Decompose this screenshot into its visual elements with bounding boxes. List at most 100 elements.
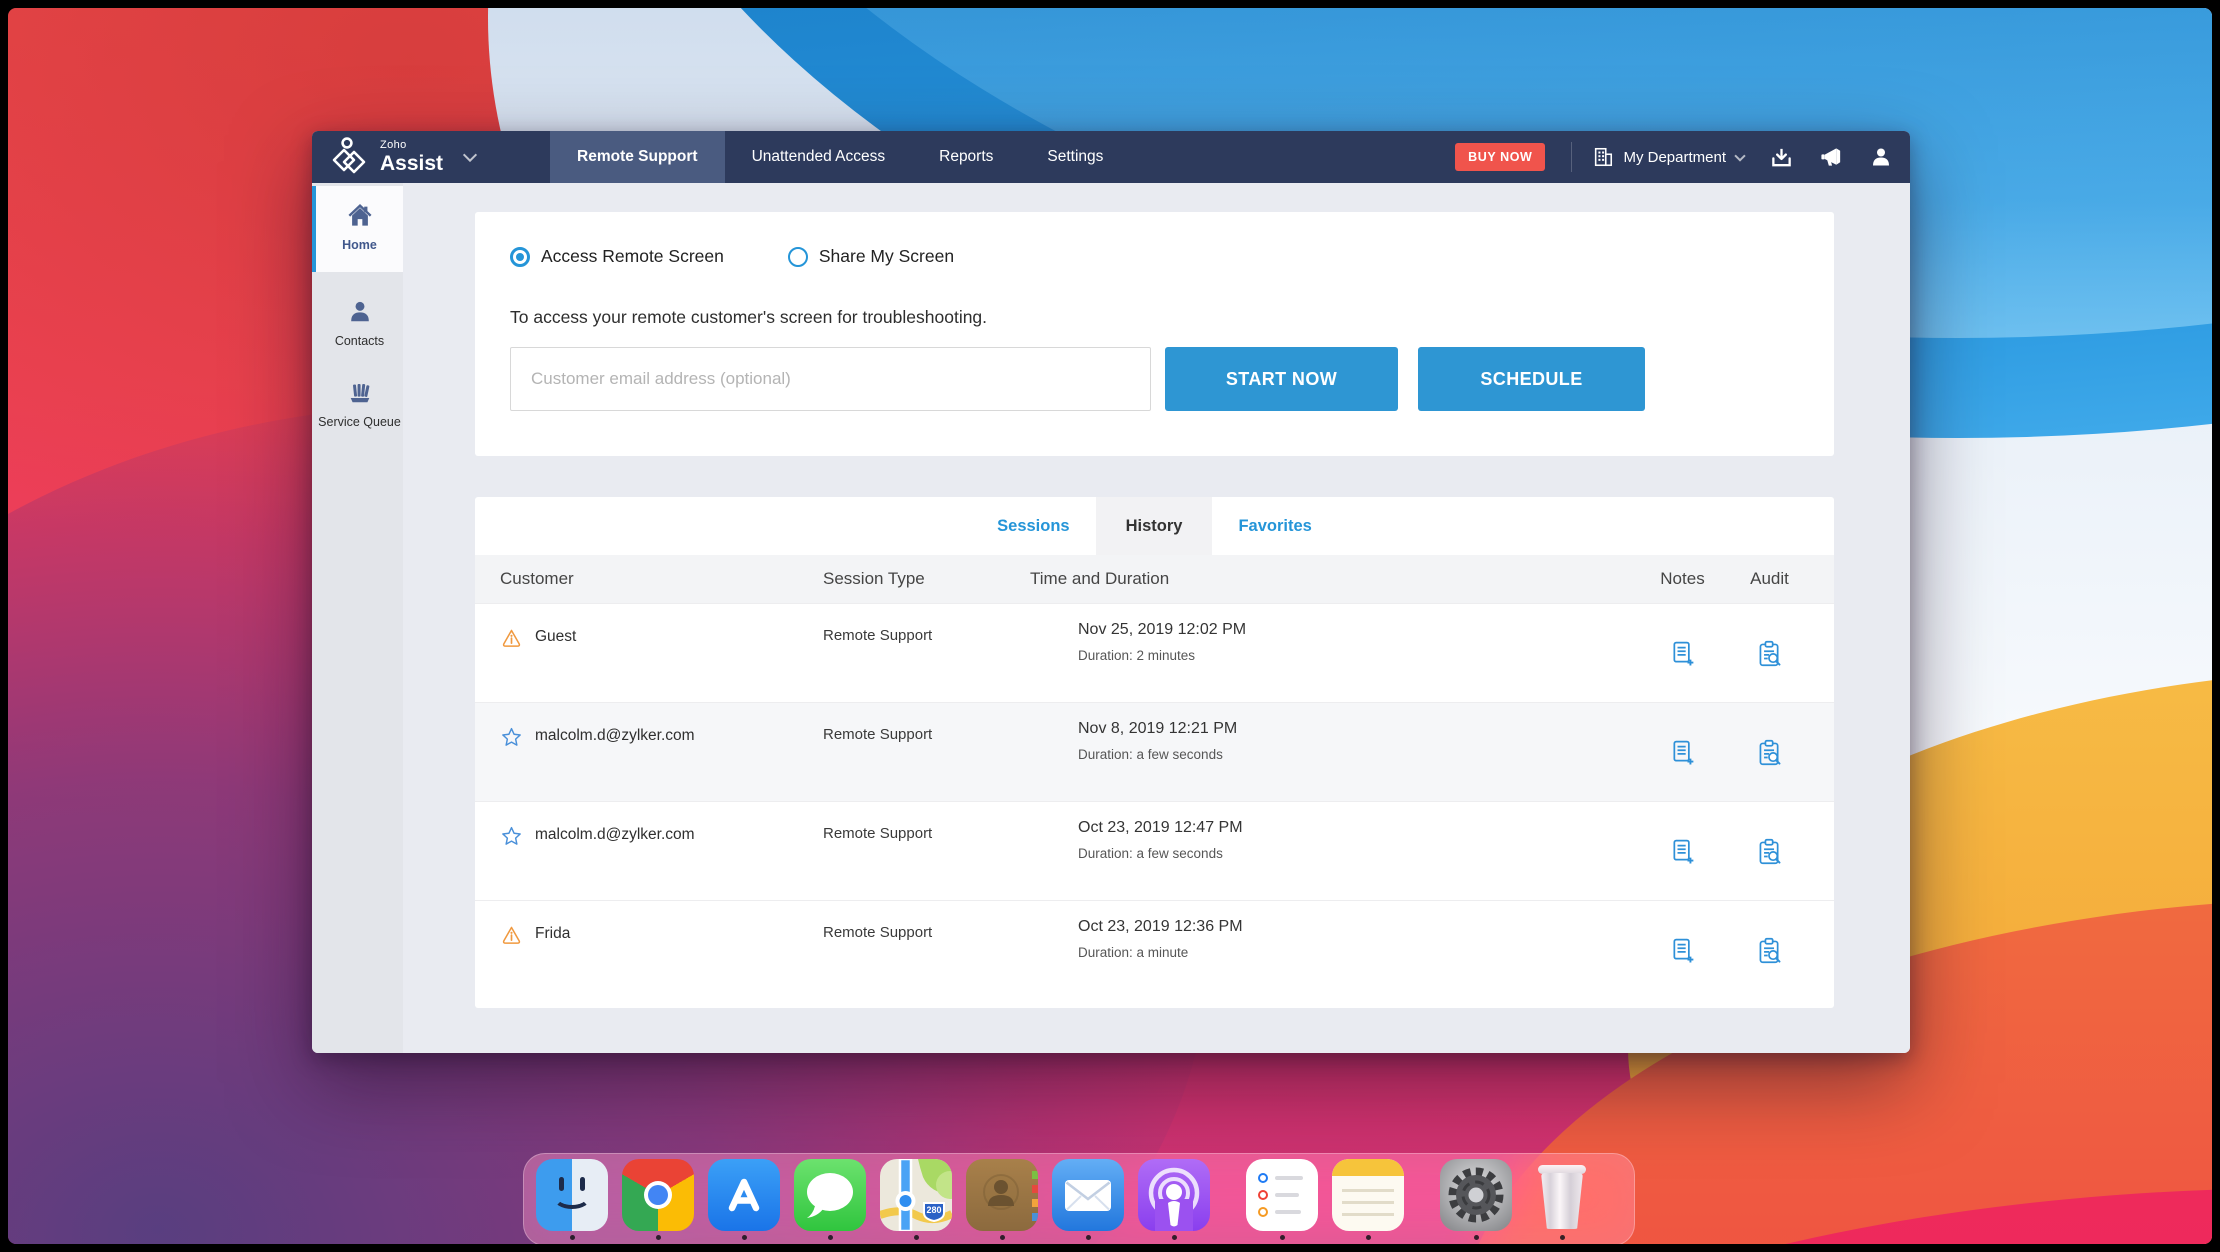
star-icon bbox=[502, 727, 521, 746]
alert-icon bbox=[502, 926, 521, 944]
session-duration: Duration: a few seconds bbox=[1078, 846, 1223, 861]
dock-mail-icon[interactable] bbox=[1052, 1159, 1124, 1240]
column-audit: Audit bbox=[1750, 569, 1789, 588]
organization-icon bbox=[1595, 147, 1613, 167]
running-indicator bbox=[913, 1235, 919, 1240]
sidebar-label-contacts: Contacts bbox=[334, 333, 385, 348]
zoho-assist-logo[interactable]: Zoho Assist bbox=[312, 131, 550, 183]
running-indicator bbox=[1365, 1235, 1371, 1240]
sidebar: Home Contacts Service Queue bbox=[312, 183, 403, 1053]
audit-icon[interactable] bbox=[1755, 738, 1784, 767]
session-time: Nov 8, 2019 12:21 PM bbox=[1078, 720, 1238, 737]
download-icon[interactable] bbox=[1770, 146, 1793, 169]
dock-system-preferences-icon[interactable] bbox=[1440, 1159, 1512, 1240]
audit-icon[interactable] bbox=[1755, 639, 1784, 668]
customer-name: malcolm.d@zylker.com bbox=[535, 826, 695, 843]
sessions-tabs: Sessions History Favorites bbox=[475, 497, 1834, 555]
running-indicator bbox=[569, 1235, 575, 1240]
session-time: Nov 25, 2019 12:02 PM bbox=[1078, 621, 1247, 638]
column-time-duration: Time and Duration bbox=[1030, 569, 1170, 588]
dock-podcasts-icon[interactable] bbox=[1138, 1159, 1210, 1240]
add-note-icon[interactable] bbox=[1668, 738, 1697, 767]
customer-name: malcolm.d@zylker.com bbox=[535, 727, 695, 744]
radio-selected-icon bbox=[510, 246, 530, 267]
brand-zoho: Zoho bbox=[380, 139, 407, 151]
dock-finder-icon[interactable] bbox=[536, 1159, 608, 1240]
zoho-assist-window: Zoho Assist Remote Support Unattended Ac… bbox=[312, 131, 1910, 1053]
radio-share-my-screen[interactable]: Share My Screen bbox=[787, 246, 954, 267]
buy-now-button[interactable]: BUY NOW bbox=[1455, 143, 1546, 171]
radio-access-remote-screen[interactable]: Access Remote Screen bbox=[510, 246, 724, 267]
department-selector[interactable]: My Department bbox=[1592, 146, 1746, 168]
session-type: Remote Support bbox=[823, 726, 933, 743]
running-indicator bbox=[1085, 1235, 1091, 1240]
nav-tab-unattended-access[interactable]: Unattended Access bbox=[725, 131, 913, 183]
session-mode-radios: Access Remote Screen Share My Screen bbox=[510, 246, 1834, 267]
table-row[interactable]: Frida Remote Support Oct 23, 2019 12:36 … bbox=[475, 900, 1834, 999]
running-indicator bbox=[999, 1235, 1005, 1240]
sidebar-item-service-queue[interactable]: Service Queue bbox=[312, 363, 403, 445]
session-description: To access your remote customer's screen … bbox=[510, 307, 988, 327]
tab-history[interactable]: History bbox=[1095, 497, 1213, 555]
dock-reminders-icon[interactable] bbox=[1246, 1159, 1318, 1240]
dock-maps-icon[interactable]: 280 bbox=[880, 1159, 952, 1240]
table-row[interactable]: Guest Remote Support Nov 25, 2019 12:02 … bbox=[475, 603, 1834, 702]
user-icon[interactable] bbox=[1870, 146, 1892, 168]
home-icon bbox=[347, 204, 372, 226]
tab-favorites[interactable]: Favorites bbox=[1212, 497, 1337, 555]
radio-unselected-icon bbox=[787, 246, 808, 267]
running-indicator bbox=[655, 1235, 661, 1240]
dock-chrome-icon[interactable] bbox=[622, 1159, 694, 1240]
add-note-icon[interactable] bbox=[1668, 837, 1697, 866]
navbar-right: BUY NOW My Department bbox=[1455, 131, 1910, 183]
desktop: Zoho Assist Remote Support Unattended Ac… bbox=[8, 8, 2212, 1244]
add-note-icon[interactable] bbox=[1668, 936, 1697, 965]
nav-tab-settings[interactable]: Settings bbox=[1020, 131, 1130, 183]
schedule-button[interactable]: SCHEDULE bbox=[1418, 347, 1645, 411]
dock-app-store-icon[interactable] bbox=[708, 1159, 780, 1240]
brand-product: Assist bbox=[380, 152, 444, 175]
main-content: Access Remote Screen Share My Screen To … bbox=[403, 183, 1910, 1053]
service-queue-icon bbox=[350, 384, 369, 403]
session-duration: Duration: 2 minutes bbox=[1078, 648, 1196, 663]
dock: 280 bbox=[523, 1153, 1635, 1244]
table-header: Customer Session Type Time and Duration … bbox=[475, 555, 1834, 603]
audit-icon[interactable] bbox=[1755, 837, 1784, 866]
nav-tab-reports[interactable]: Reports bbox=[912, 131, 1020, 183]
top-navbar: Zoho Assist Remote Support Unattended Ac… bbox=[312, 131, 1910, 183]
customer-name: Frida bbox=[535, 925, 571, 942]
add-note-icon[interactable] bbox=[1668, 639, 1697, 668]
session-actions: START NOW SCHEDULE bbox=[510, 347, 1834, 411]
start-now-button[interactable]: START NOW bbox=[1165, 347, 1398, 411]
table-row[interactable]: malcolm.d@zylker.com Remote Support Nov … bbox=[475, 702, 1834, 801]
column-notes: Notes bbox=[1660, 569, 1705, 588]
dock-contacts-icon[interactable] bbox=[966, 1159, 1038, 1240]
dock-trash-icon[interactable] bbox=[1526, 1159, 1598, 1240]
audit-icon[interactable] bbox=[1755, 936, 1784, 965]
running-indicator bbox=[1171, 1235, 1177, 1240]
table-row[interactable]: malcolm.d@zylker.com Remote Support Oct … bbox=[475, 801, 1834, 900]
running-indicator bbox=[741, 1235, 747, 1240]
running-indicator bbox=[827, 1235, 833, 1240]
sidebar-label-service-queue: Service Queue bbox=[318, 415, 401, 430]
customer-email-input[interactable] bbox=[510, 347, 1151, 411]
dock-notes-icon[interactable] bbox=[1332, 1159, 1404, 1240]
dock-messages-icon[interactable] bbox=[794, 1159, 866, 1240]
department-chevron-icon bbox=[1734, 149, 1746, 162]
running-indicator bbox=[1559, 1235, 1565, 1240]
maps-route-badge: 280 bbox=[926, 1205, 941, 1215]
contacts-icon bbox=[350, 301, 369, 321]
nav-divider bbox=[1571, 142, 1573, 172]
session-duration: Duration: a few seconds bbox=[1078, 747, 1223, 762]
sidebar-item-contacts[interactable]: Contacts bbox=[312, 282, 403, 364]
column-session-type: Session Type bbox=[823, 569, 925, 588]
star-icon bbox=[502, 826, 521, 845]
sessions-card: Sessions History Favorites Customer Sess… bbox=[475, 497, 1834, 1008]
announcement-icon[interactable] bbox=[1819, 145, 1844, 170]
running-indicator bbox=[1473, 1235, 1479, 1240]
chevron-down-icon[interactable] bbox=[462, 147, 478, 163]
tab-sessions[interactable]: Sessions bbox=[971, 497, 1095, 555]
nav-tab-remote-support[interactable]: Remote Support bbox=[550, 131, 725, 183]
department-label: My Department bbox=[1623, 148, 1726, 166]
sidebar-item-home[interactable]: Home bbox=[312, 186, 403, 272]
